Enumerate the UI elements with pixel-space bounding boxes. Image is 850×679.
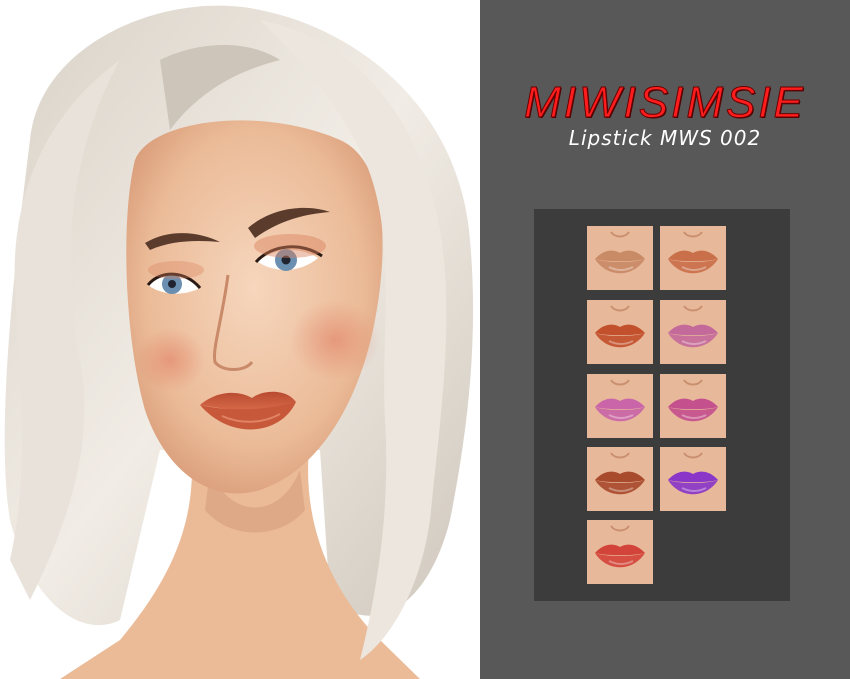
lip-swatch-image [587,374,653,438]
brand-title: MIWISIMSIE [524,78,806,128]
product-title: Lipstick MWS 002 [568,126,762,150]
lip-swatch [587,300,653,364]
lip-swatch [587,447,653,511]
lip-swatch [660,226,726,290]
lip-swatch-image [587,447,653,511]
lip-swatch-image [660,447,726,511]
product-panel: MIWISIMSIE Lipstick MWS 002 [480,0,850,679]
lip-swatch-image [587,520,653,584]
lip-swatch-image [660,300,726,364]
lip-swatch-image [660,226,726,290]
lip-swatch [660,447,726,511]
lip-swatch-image [587,300,653,364]
lip-swatch [587,374,653,438]
lip-swatch [587,520,653,584]
model-portrait-image [4,5,474,679]
lip-swatch-image [660,374,726,438]
promo-canvas: MIWISIMSIE Lipstick MWS 002 [0,0,850,679]
swatch-grid [534,209,790,601]
lip-swatch-image [587,226,653,290]
lip-swatch [587,226,653,290]
lip-swatch [660,374,726,438]
model-portrait [0,0,480,679]
lip-swatch [660,300,726,364]
